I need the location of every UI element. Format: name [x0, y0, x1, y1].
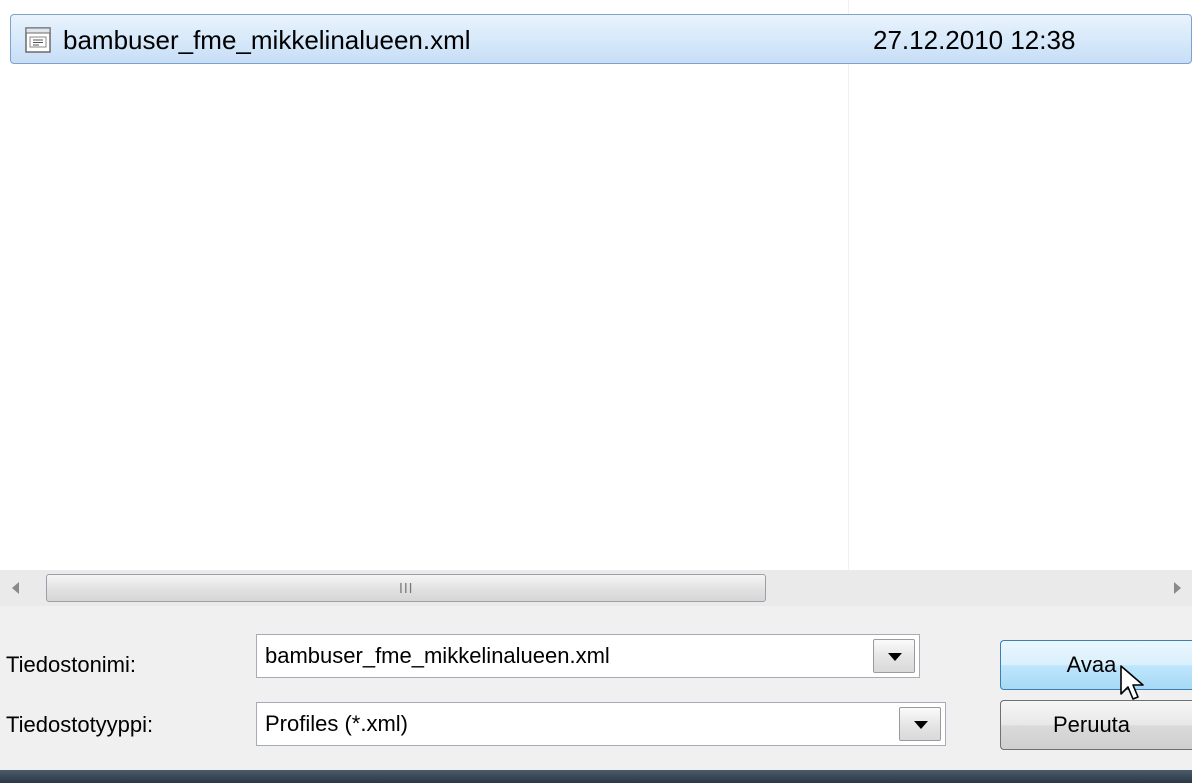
filetype-dropdown-button[interactable] — [899, 707, 941, 741]
scroll-right-arrow-icon[interactable] — [1174, 582, 1181, 594]
filename-label: Tiedostonimi: — [6, 652, 137, 677]
open-button[interactable]: Avaa — [1000, 640, 1192, 690]
chevron-down-icon — [914, 721, 928, 729]
scroll-thumb[interactable]: III — [46, 574, 766, 602]
scroll-grip: III — [399, 582, 414, 597]
file-name: bambuser_fme_mikkelinalueen.xml — [63, 25, 471, 55]
filename-combobox[interactable]: bambuser_fme_mikkelinalueen.xml — [256, 634, 920, 678]
cancel-button[interactable]: Peruuta — [1000, 700, 1192, 750]
scroll-left-arrow-icon[interactable] — [12, 582, 19, 594]
taskbar-strip — [0, 770, 1192, 783]
xml-file-icon — [25, 27, 51, 53]
file-modified-date: 27.12.2010 12:38 — [873, 25, 1076, 55]
file-list[interactable]: bambuser_fme_mikkelinalueen.xml 27.12.20… — [0, 0, 1192, 570]
column-divider — [848, 0, 849, 570]
filetype-label: Tiedostotyyppi: — [6, 712, 154, 737]
filetype-value: Profiles (*.xml) — [265, 711, 409, 736]
file-row-selected[interactable]: bambuser_fme_mikkelinalueen.xml 27.12.20… — [10, 14, 1192, 64]
filename-dropdown-button[interactable] — [873, 639, 915, 673]
chevron-down-icon — [888, 653, 902, 661]
filetype-select[interactable]: Profiles (*.xml) — [256, 702, 946, 746]
filename-input[interactable]: bambuser_fme_mikkelinalueen.xml — [265, 643, 610, 669]
mouse-cursor-icon — [1120, 665, 1144, 700]
horizontal-scrollbar[interactable]: III — [0, 570, 1192, 606]
